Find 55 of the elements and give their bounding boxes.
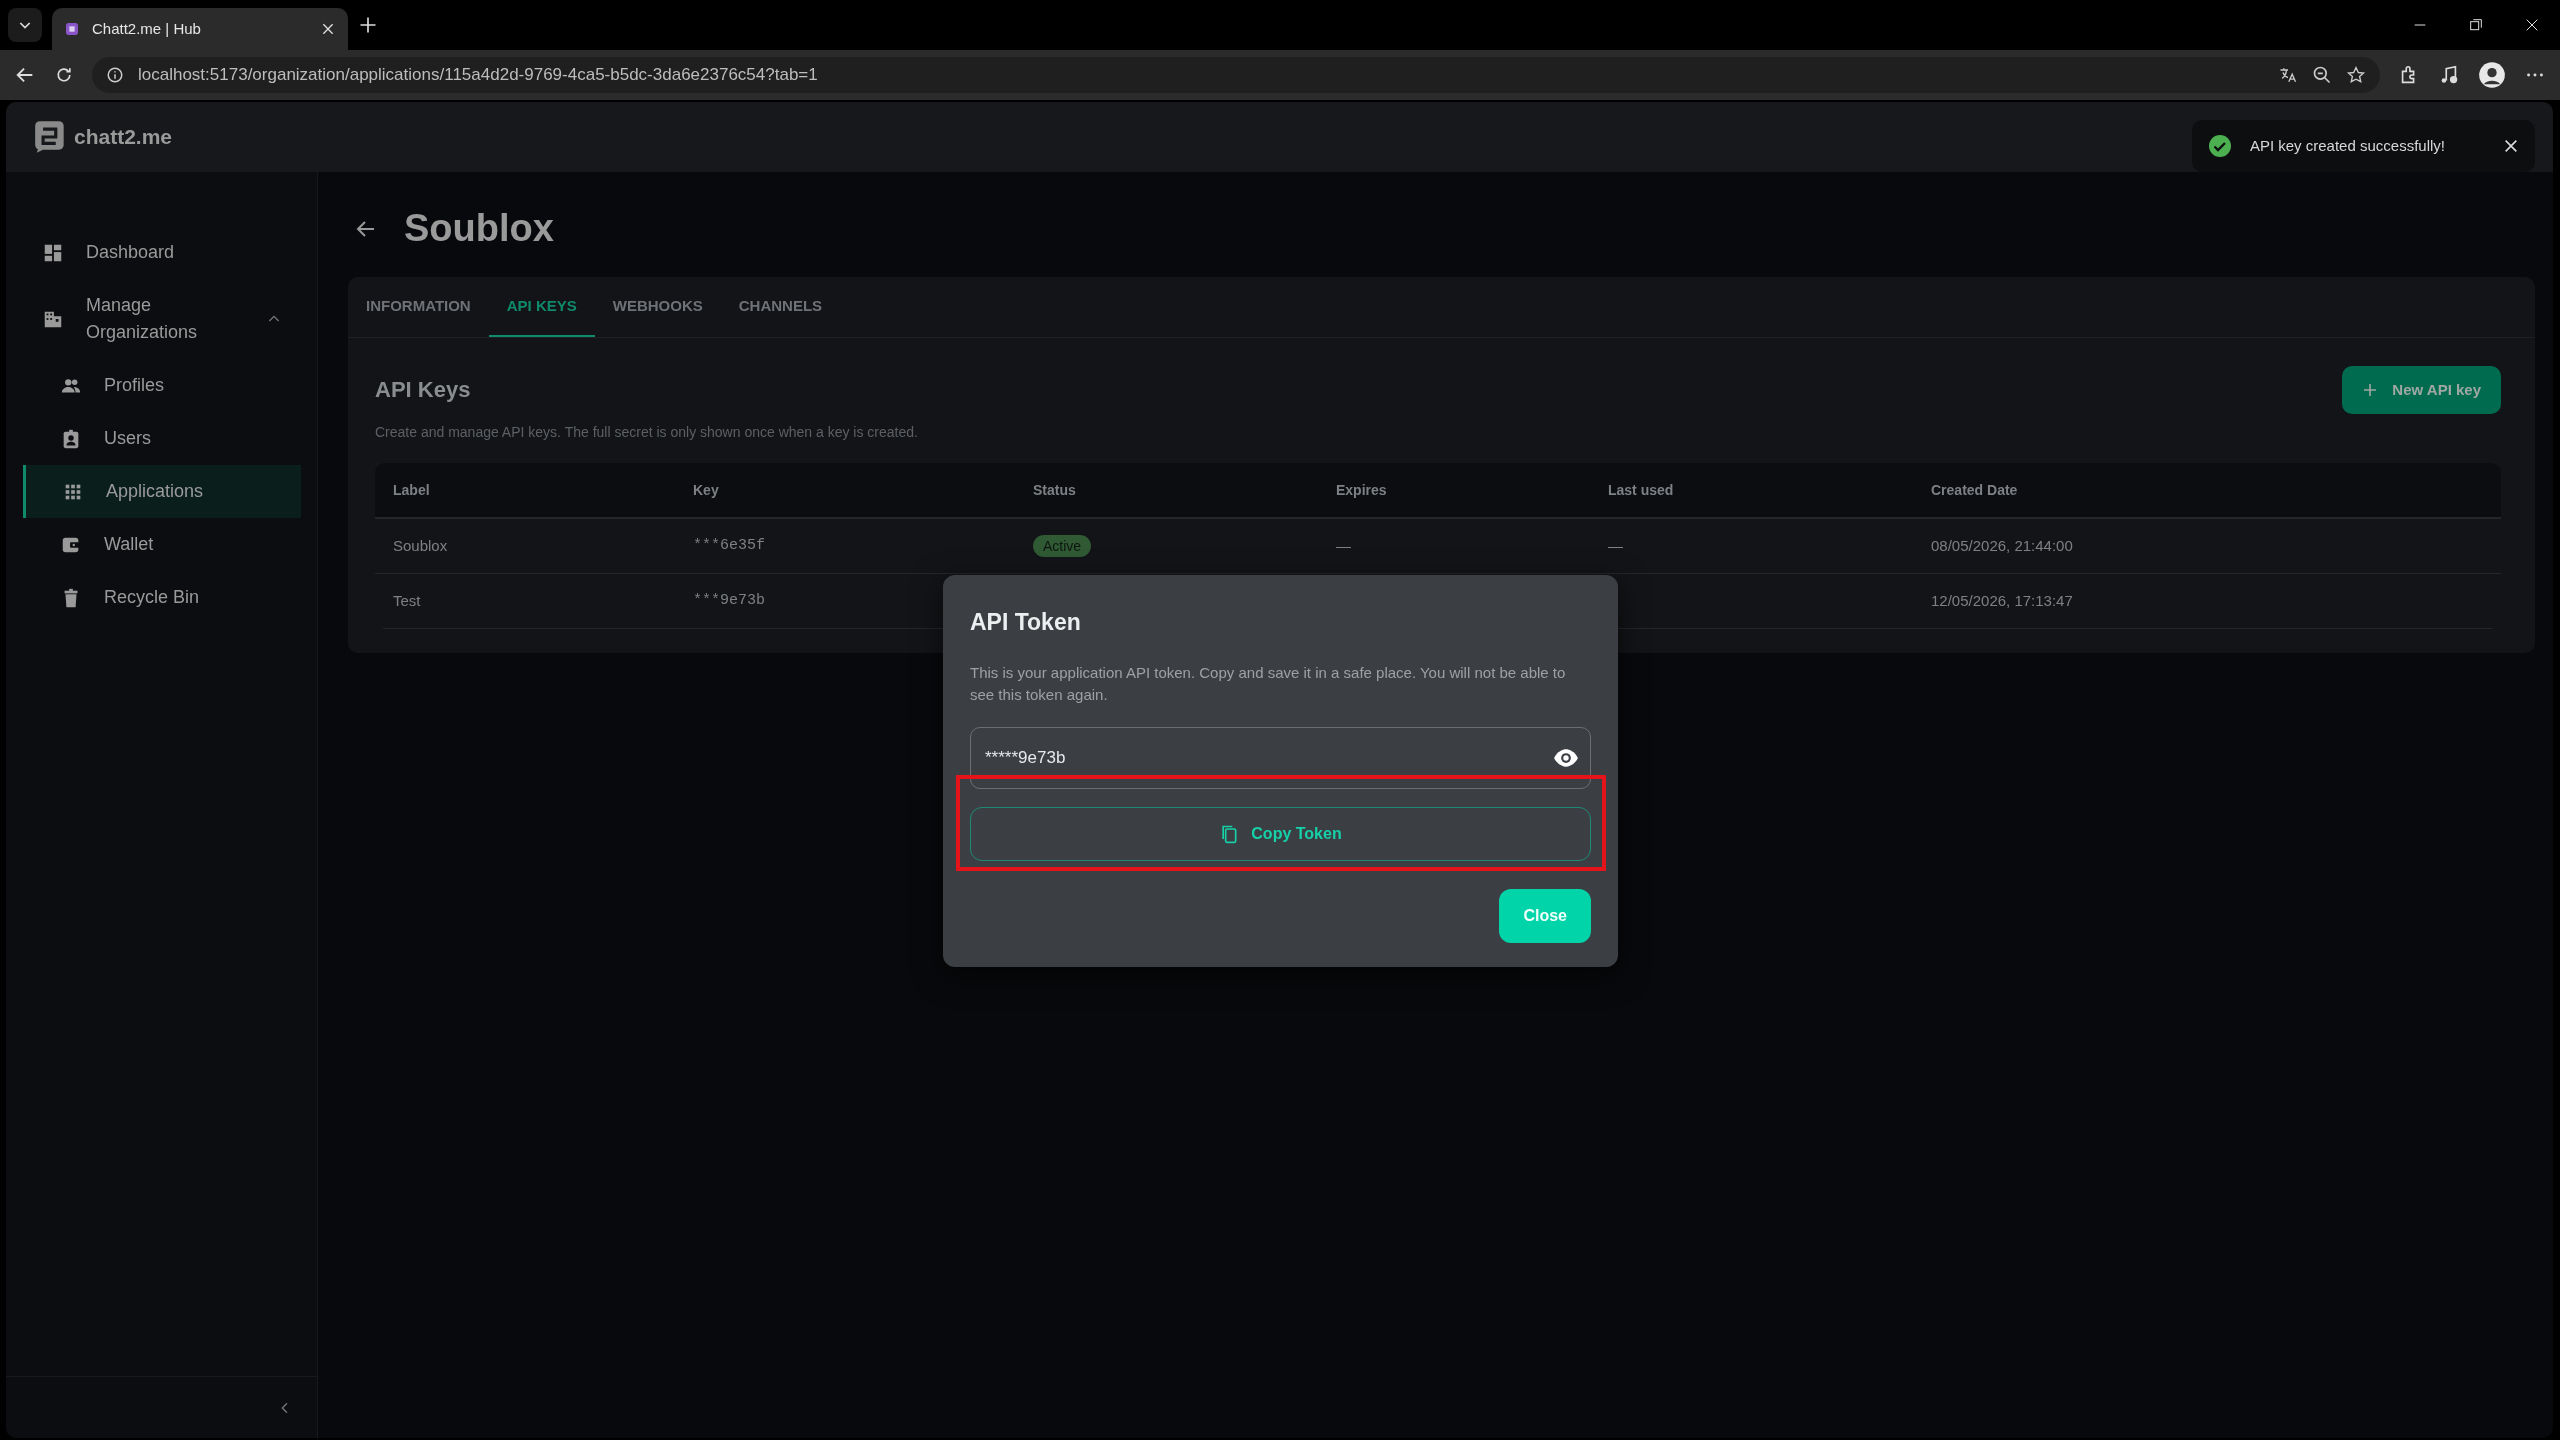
sidebar-item[interactable]: Wallet (6, 518, 317, 571)
section-description: Create and manage API keys. The full secret is only shown once when a key is created. (375, 423, 919, 442)
table-cell: ***9e73b (693, 591, 765, 609)
new-tab-icon[interactable] (358, 15, 378, 35)
table-cell: Test (393, 591, 421, 609)
table-cell: ***6e35f (693, 536, 765, 554)
table-cell: — (1336, 536, 1351, 554)
column-header: Created Date (1931, 480, 2019, 500)
column-header: Key (693, 480, 720, 500)
column-header: Last used (1608, 480, 1675, 500)
tab[interactable]: WEBHOOKS (594, 277, 721, 337)
column-header: Status (1033, 480, 1077, 500)
browser-tab[interactable]: Chatt2.me | Hub (52, 8, 348, 50)
status-badge: Active (1033, 534, 1092, 557)
tab[interactable]: CHANNELS (720, 277, 841, 337)
plus-icon (2362, 381, 2379, 398)
tab-title: Chatt2.me | Hub (92, 18, 202, 39)
check-circle-icon (2207, 134, 2232, 158)
table-cell: Soublox (393, 536, 448, 554)
copy-token-button[interactable]: Copy Token (970, 806, 1591, 861)
translate-icon[interactable] (2278, 65, 2298, 85)
tab-list-button[interactable] (8, 8, 42, 42)
page-title: Soublox (404, 206, 554, 251)
sidebar-item[interactable]: Profiles (6, 359, 317, 412)
logo-text: chatt2.me (74, 124, 173, 151)
tab[interactable]: INFORMATION (348, 277, 489, 337)
copy-icon (1219, 823, 1240, 844)
column-header: Expires (1336, 480, 1388, 500)
section-title: API Keys (375, 376, 471, 405)
url-text: localhost:5173/organization/applications/115a4d2d-9769-4ca5-b5dc-3da6e2376c54?tab=1 (138, 64, 819, 87)
sidebar-item[interactable]: Dashboard (6, 226, 317, 279)
close-icon[interactable] (2503, 138, 2519, 154)
table-cell: 08/05/2026, 21:44:00 (1931, 536, 2073, 554)
toast-message: API key created successfully! (2249, 135, 2445, 156)
sidebar-item[interactable]: Manage Organizations (6, 279, 317, 359)
close-icon[interactable] (320, 21, 336, 37)
column-header: Label (393, 480, 431, 500)
tab[interactable]: API KEYS (488, 277, 595, 337)
dialog-text: This is your application API token. Copy and save it in a safe place. You will not be able to see this token again. (970, 662, 1567, 705)
address-bar[interactable]: localhost:5173/organization/applications/115a4d2d-9769-4ca5-b5dc-3da6e2376c54?tab=1 (92, 57, 2380, 93)
sidebar-item[interactable]: Users (6, 412, 317, 465)
table-cell: 12/05/2026, 17:13:47 (1931, 591, 2073, 609)
sidebar-item[interactable]: Applications (23, 465, 301, 518)
reload-icon[interactable] (54, 65, 74, 85)
info-icon (106, 66, 124, 84)
favicon-icon (64, 21, 80, 37)
table-cell: — (1608, 536, 1623, 554)
close-icon[interactable] (2524, 17, 2540, 33)
token-field[interactable]: *****9e73b (970, 726, 1591, 789)
sidebar-item[interactable]: Recycle Bin (6, 571, 317, 624)
zoom-out-icon[interactable] (2312, 65, 2332, 85)
avatar-icon[interactable] (2478, 61, 2506, 89)
restore-icon[interactable] (2468, 17, 2484, 33)
star-icon[interactable] (2346, 65, 2366, 85)
dialog-title: API Token (970, 608, 1082, 637)
